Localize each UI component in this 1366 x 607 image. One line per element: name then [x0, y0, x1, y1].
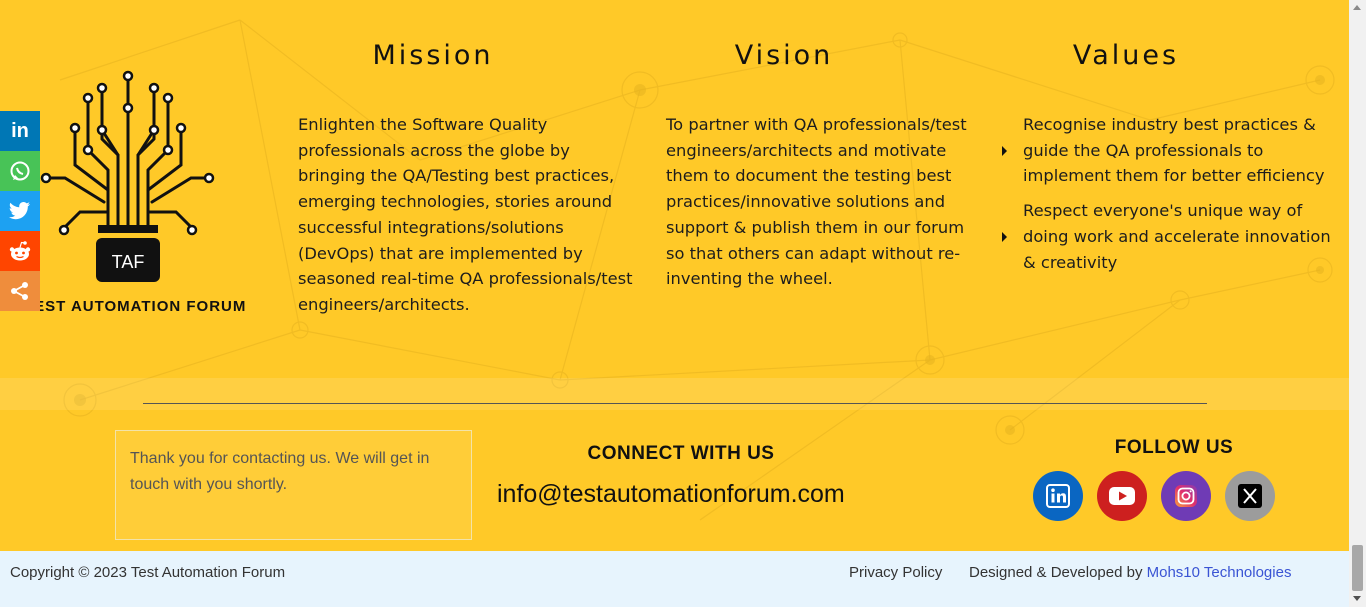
- connect-title: CONNECT WITH US: [587, 443, 775, 464]
- vision-text: To partner with QA professionals/test en…: [666, 115, 967, 289]
- values-item: Respect everyone's unique way of doing w…: [1002, 198, 1332, 275]
- linkedin-icon: in: [11, 119, 29, 142]
- reddit-share-button[interactable]: [0, 231, 40, 271]
- youtube-icon: [1109, 487, 1135, 505]
- footer-section: TAF TEST AUTOMATION FORUM in Mission Enl…: [0, 0, 1349, 551]
- copyright-text: Copyright © 2023 Test Automation Forum: [10, 564, 286, 581]
- separator-band: [0, 378, 1349, 410]
- designed-by: Designed & Developed by Mohs10 Technolog…: [969, 564, 1292, 581]
- scroll-up-arrow[interactable]: [1353, 5, 1361, 10]
- mohs10-link[interactable]: Mohs10 Technologies: [1147, 564, 1292, 581]
- mission-title: Mission: [372, 40, 494, 71]
- caret-right-icon: [1002, 231, 1007, 242]
- values-item: Recognise industry best practices & guid…: [1002, 112, 1332, 189]
- x-follow-button[interactable]: [1225, 471, 1275, 521]
- mission-text: Enlighten the Software Quality professio…: [298, 115, 633, 314]
- logo-name: TEST AUTOMATION FORUM: [24, 298, 247, 315]
- instagram-follow-button[interactable]: [1161, 471, 1211, 521]
- instagram-icon: [1175, 485, 1197, 507]
- whatsapp-icon: [10, 161, 30, 181]
- svg-text:TAF: TAF: [112, 252, 145, 272]
- page-scrollbar[interactable]: [1349, 0, 1366, 607]
- linkedin-share-button[interactable]: in: [0, 111, 40, 151]
- divider-line: [143, 403, 1207, 404]
- share-bar: in: [0, 111, 40, 311]
- twitter-icon: [9, 202, 30, 220]
- email-link[interactable]: info@testautomationforum.com: [497, 480, 897, 509]
- contact-form-message: Thank you for contacting us. We will get…: [115, 430, 472, 540]
- values-title: Values: [1072, 40, 1180, 71]
- caret-right-icon: [1002, 145, 1007, 156]
- scroll-thumb[interactable]: [1352, 545, 1363, 591]
- follow-title: FOLLOW US: [1114, 437, 1234, 458]
- more-share-button[interactable]: [0, 271, 40, 311]
- values-list: Recognise industry best practices & guid…: [1002, 112, 1332, 284]
- linkedin-follow-button[interactable]: [1033, 471, 1083, 521]
- whatsapp-share-button[interactable]: [0, 151, 40, 191]
- privacy-policy-link[interactable]: Privacy Policy: [849, 564, 942, 581]
- vision-title: Vision: [734, 40, 834, 71]
- share-icon: [11, 282, 28, 300]
- reddit-icon: [9, 241, 31, 261]
- taf-logo: TAF: [40, 70, 215, 282]
- bottom-bar: Copyright © 2023 Test Automation Forum P…: [0, 551, 1349, 607]
- twitter-share-button[interactable]: [0, 191, 40, 231]
- linkedin-icon: [1046, 484, 1070, 508]
- youtube-follow-button[interactable]: [1097, 471, 1147, 521]
- x-icon: [1238, 484, 1262, 508]
- scroll-down-arrow[interactable]: [1353, 596, 1361, 601]
